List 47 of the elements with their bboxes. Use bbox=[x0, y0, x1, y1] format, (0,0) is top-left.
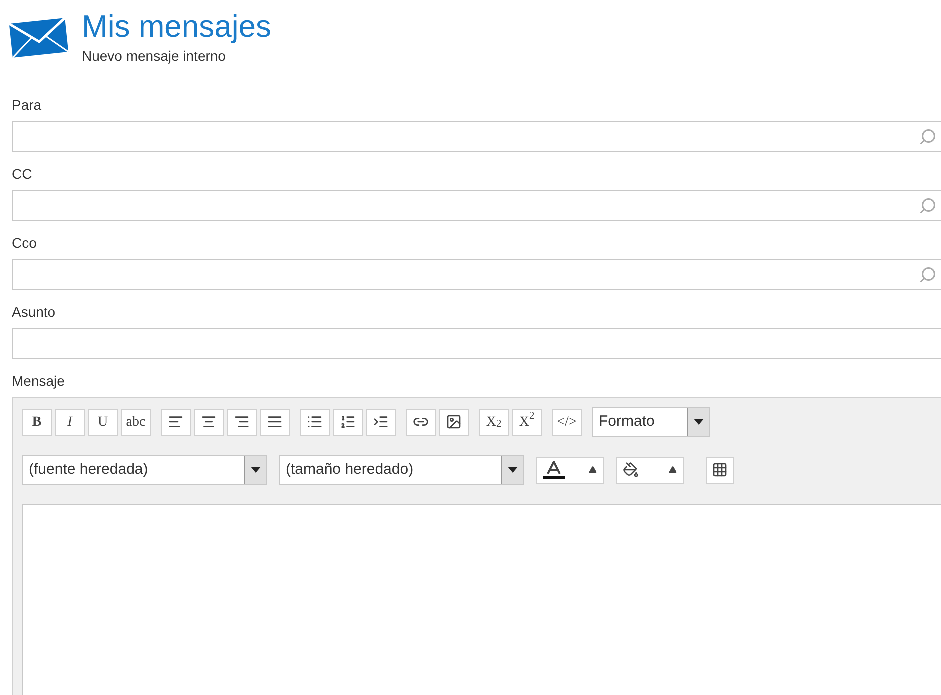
caret-icon bbox=[669, 466, 677, 474]
field-label: Cco bbox=[12, 234, 38, 253]
format-select[interactable]: Formato bbox=[592, 407, 710, 437]
input-field[interactable] bbox=[12, 121, 941, 152]
toolbar-button[interactable] bbox=[300, 408, 330, 436]
background-color-button[interactable] bbox=[616, 456, 684, 484]
bullet-list-icon bbox=[307, 414, 323, 430]
message-body-field[interactable] bbox=[22, 504, 941, 695]
size-select[interactable]: (tamaño heredado) bbox=[279, 455, 524, 485]
input-field[interactable] bbox=[12, 259, 941, 290]
field-label: Para bbox=[12, 96, 43, 115]
toolbar-button[interactable]: </> bbox=[552, 408, 582, 436]
toolbar-button[interactable] bbox=[439, 408, 469, 436]
page-title: Mis mensajes bbox=[82, 8, 272, 46]
toolbar-button[interactable] bbox=[406, 408, 436, 436]
caret-icon bbox=[589, 466, 597, 474]
text-color-button[interactable] bbox=[536, 456, 604, 484]
input-field[interactable] bbox=[12, 328, 941, 359]
align-justify-icon bbox=[267, 414, 283, 430]
field-label: Asunto bbox=[12, 303, 57, 322]
toolbar-button[interactable] bbox=[227, 408, 257, 436]
paint-bucket-icon bbox=[623, 462, 639, 478]
table-button[interactable] bbox=[706, 456, 734, 484]
text-color-icon bbox=[543, 461, 565, 479]
toolbar-button[interactable]: U bbox=[88, 408, 118, 436]
toolbar-button[interactable] bbox=[366, 408, 396, 436]
align-left-icon bbox=[168, 414, 184, 430]
field-label: CC bbox=[12, 165, 34, 184]
indent-icon bbox=[373, 414, 389, 430]
toolbar-button[interactable]: X$^{2}$ bbox=[512, 408, 542, 436]
toolbar-button[interactable]: abc bbox=[121, 408, 151, 436]
font-select[interactable]: (fuente heredada) bbox=[22, 455, 267, 485]
toolbar-button[interactable] bbox=[161, 408, 191, 436]
align-center-icon bbox=[201, 414, 217, 430]
field-label: Mensaje bbox=[12, 372, 66, 391]
toolbar-button[interactable]: I bbox=[55, 408, 85, 436]
input-field[interactable] bbox=[12, 190, 941, 221]
align-right-icon bbox=[234, 414, 250, 430]
page-subtitle: Nuevo mensaje interno bbox=[82, 47, 227, 66]
toolbar-button[interactable]: B bbox=[22, 408, 52, 436]
toolbar-button[interactable] bbox=[333, 408, 363, 436]
table-icon bbox=[712, 462, 728, 478]
toolbar-button[interactable]: X$_{2}$ bbox=[479, 408, 509, 436]
numbered-list-icon bbox=[340, 414, 356, 430]
toolbar-button[interactable] bbox=[260, 408, 290, 436]
toolbar-button[interactable] bbox=[194, 408, 224, 436]
image-icon bbox=[446, 414, 462, 430]
